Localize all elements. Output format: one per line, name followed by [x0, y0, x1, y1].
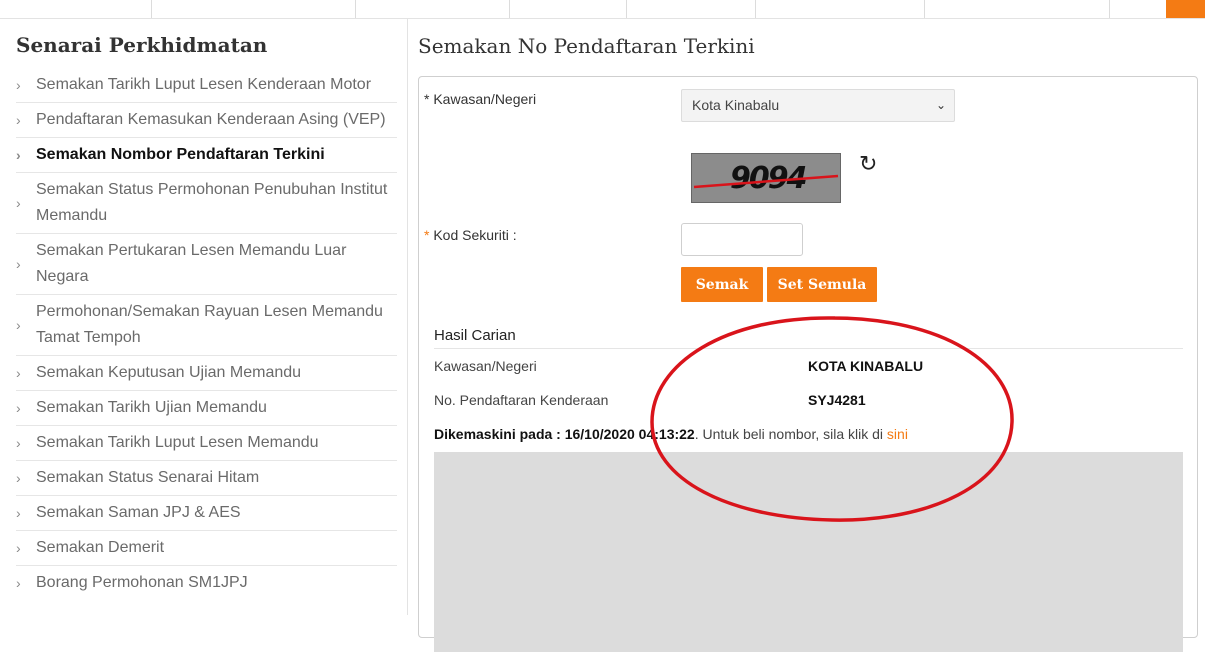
chevron-right-icon: ›: [16, 365, 21, 381]
result-value-state: KOTA KINABALU: [808, 358, 924, 374]
nav-divider: [355, 0, 356, 18]
sidebar-item[interactable]: › Borang Permohonan SM1JPJ: [16, 566, 397, 600]
security-code-input[interactable]: [681, 223, 803, 256]
top-nav-bar: [0, 0, 1205, 19]
chevron-right-icon: ›: [16, 505, 21, 521]
sidebar-item-label: Semakan Tarikh Luput Lesen Kenderaan Mot…: [36, 76, 372, 93]
chevron-right-icon: ›: [16, 256, 21, 272]
sidebar-item[interactable]: › Semakan Tarikh Luput Lesen Memandu: [16, 426, 397, 461]
state-label-text: Kawasan/Negeri: [433, 91, 537, 107]
sidebar-item-label: Semakan Status Permohonan Penubuhan Inst…: [36, 181, 388, 224]
chevron-right-icon: ›: [16, 77, 21, 93]
check-button[interactable]: Semak: [681, 267, 763, 302]
nav-divider: [151, 0, 152, 18]
captcha-image: 9094: [691, 153, 841, 203]
sidebar-item-label: Semakan Demerit: [36, 539, 165, 556]
nav-divider: [626, 0, 627, 18]
sidebar-item-label: Permohonan/Semakan Rayuan Lesen Memandu …: [36, 303, 383, 346]
sidebar-item[interactable]: › Pendaftaran Kemasukan Kenderaan Asing (…: [16, 103, 397, 138]
chevron-right-icon: ›: [16, 147, 21, 163]
buy-number-link[interactable]: sini: [887, 426, 908, 442]
security-label-text: Kod Sekuriti :: [433, 227, 517, 243]
chevron-down-icon: ⌄: [935, 98, 946, 112]
sidebar: Senarai Perkhidmatan › Semakan Tarikh Lup…: [16, 32, 397, 600]
chevron-right-icon: ›: [16, 317, 21, 333]
chevron-right-icon: ›: [16, 195, 21, 211]
security-label: * Kod Sekuriti :: [424, 227, 517, 243]
reset-button[interactable]: Set Semula: [767, 267, 877, 302]
chevron-right-icon: ›: [16, 575, 21, 591]
result-key-state: Kawasan/Negeri: [434, 358, 537, 374]
sidebar-item[interactable]: › Semakan Demerit: [16, 531, 397, 566]
refresh-icon[interactable]: ↻: [859, 151, 877, 177]
chevron-right-icon: ›: [16, 540, 21, 556]
updated-suffix: . Untuk beli nombor, sila klik di: [694, 426, 887, 442]
sidebar-item-label: Borang Permohonan SM1JPJ: [36, 574, 248, 591]
sidebar-item-label: Semakan Status Senarai Hitam: [36, 469, 260, 486]
required-mark: *: [424, 227, 430, 243]
page-title: Semakan No Pendaftaran Terkini: [418, 34, 755, 58]
sidebar-item[interactable]: › Semakan Status Senarai Hitam: [16, 461, 397, 496]
chevron-right-icon: ›: [16, 400, 21, 416]
sidebar-item[interactable]: › Semakan Status Permohonan Penubuhan Ins…: [16, 173, 397, 234]
sidebar-item-label: Semakan Keputusan Ujian Memandu: [36, 364, 302, 381]
sidebar-item-active[interactable]: › Semakan Nombor Pendaftaran Terkini: [16, 138, 397, 173]
sidebar-item[interactable]: › Permohonan/Semakan Rayuan Lesen Memandu…: [16, 295, 397, 356]
sidebar-item[interactable]: › Semakan Tarikh Luput Lesen Kenderaan Mo…: [16, 68, 397, 103]
sidebar-item-label: Semakan Tarikh Luput Lesen Memandu: [36, 434, 319, 451]
state-select-value: Kota Kinabalu: [692, 97, 780, 113]
nav-accent-tab[interactable]: [1166, 0, 1205, 18]
nav-divider: [755, 0, 756, 18]
result-content-area: [434, 452, 1183, 652]
sidebar-item[interactable]: › Semakan Pertukaran Lesen Memandu Luar N…: [16, 234, 397, 295]
result-key-plate: No. Pendaftaran Kenderaan: [434, 392, 609, 408]
nav-divider: [509, 0, 510, 18]
sidebar-item[interactable]: › Semakan Keputusan Ujian Memandu: [16, 356, 397, 391]
column-divider: [407, 18, 408, 615]
chevron-right-icon: ›: [16, 112, 21, 128]
sidebar-item-label: Semakan Pertukaran Lesen Memandu Luar Ne…: [36, 242, 347, 285]
sidebar-item[interactable]: › Semakan Saman JPJ & AES: [16, 496, 397, 531]
updated-timestamp: Dikemaskini pada : 16/10/2020 04:13:22: [434, 426, 695, 442]
updated-info: Dikemaskini pada : 16/10/2020 04:13:22. …: [434, 426, 908, 442]
captcha-graphic: 9094: [693, 161, 839, 196]
nav-divider: [1109, 0, 1110, 18]
result-value-plate: SYJ4281: [808, 392, 866, 408]
sidebar-item-label: Semakan Saman JPJ & AES: [36, 504, 241, 521]
state-label: * Kawasan/Negeri: [424, 91, 536, 107]
result-divider: [434, 348, 1183, 349]
state-select[interactable]: Kota Kinabalu ⌄: [681, 89, 955, 122]
sidebar-title: Senarai Perkhidmatan: [16, 33, 268, 57]
sidebar-item-label: Semakan Nombor Pendaftaran Terkini: [36, 146, 325, 163]
service-menu: › Semakan Tarikh Luput Lesen Kenderaan Mo…: [16, 68, 397, 600]
chevron-right-icon: ›: [16, 435, 21, 451]
nav-divider: [924, 0, 925, 18]
chevron-right-icon: ›: [16, 470, 21, 486]
result-title: Hasil Carian: [434, 327, 516, 344]
required-mark: *: [424, 91, 430, 107]
search-panel: * Kawasan/Negeri Kota Kinabalu ⌄ 9094 ↻ …: [418, 76, 1198, 652]
sidebar-item[interactable]: › Semakan Tarikh Ujian Memandu: [16, 391, 397, 426]
sidebar-item-label: Semakan Tarikh Ujian Memandu: [36, 399, 267, 416]
sidebar-item-label: Pendaftaran Kemasukan Kenderaan Asing (V…: [36, 111, 386, 128]
